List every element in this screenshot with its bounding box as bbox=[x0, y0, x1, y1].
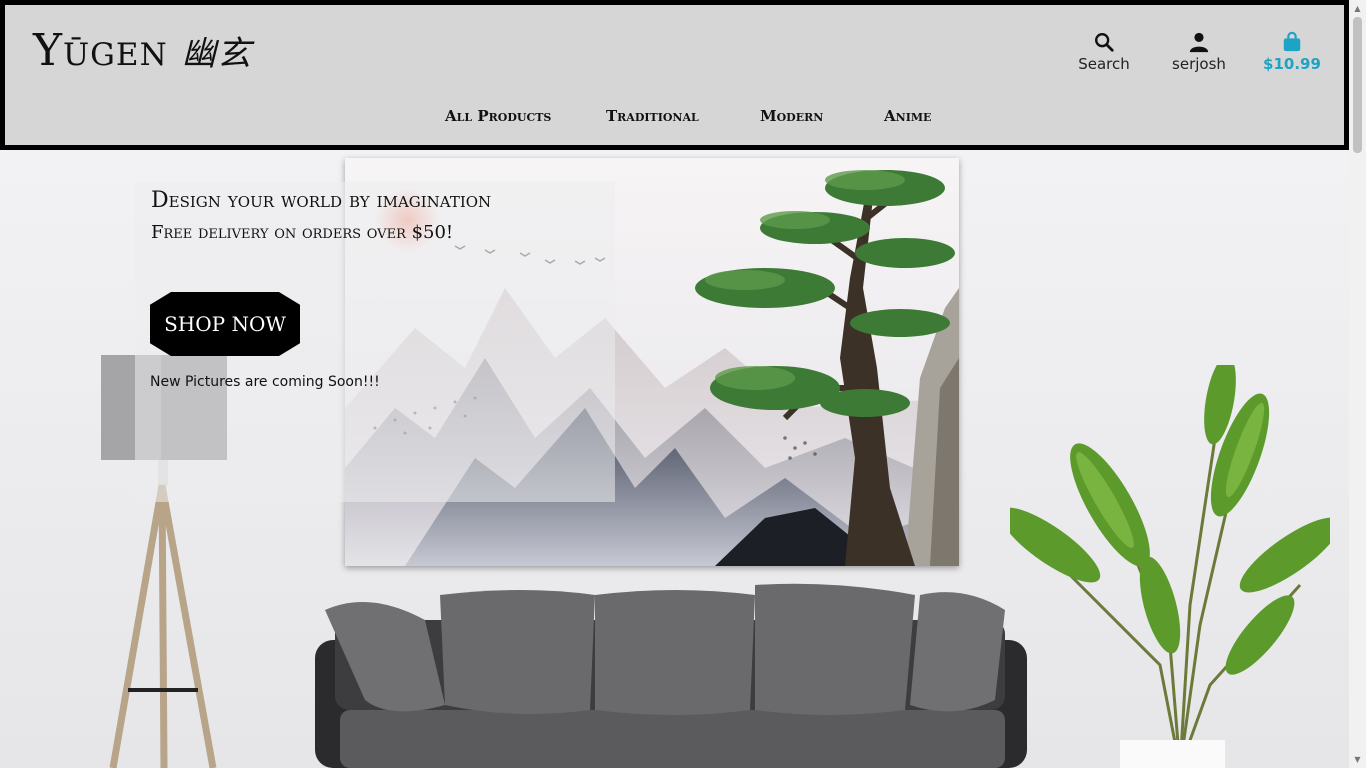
brand-kanji: 幽玄 bbox=[181, 34, 252, 74]
scroll-down-arrow-icon[interactable]: ▼ bbox=[1349, 751, 1366, 768]
search-button[interactable]: Search bbox=[1073, 31, 1135, 73]
hero-banner: Design your world by imagination Free de… bbox=[0, 150, 1349, 768]
search-label: Search bbox=[1078, 55, 1130, 73]
potted-plant bbox=[1010, 365, 1330, 768]
nav-anime[interactable]: Anime bbox=[884, 107, 931, 125]
hero-title: Design your world by imagination bbox=[151, 188, 492, 213]
scroll-up-arrow-icon[interactable]: ▲ bbox=[1349, 0, 1366, 17]
shopping-bag-icon bbox=[1283, 31, 1301, 52]
username-label: serjosh bbox=[1172, 55, 1226, 73]
user-icon bbox=[1189, 32, 1209, 53]
site-header: Yūgen 幽玄 Search serjosh $10.99 All Produc… bbox=[0, 0, 1349, 150]
hero-note: New Pictures are coming Soon!!! bbox=[150, 374, 380, 390]
cart-button[interactable]: $10.99 bbox=[1261, 31, 1323, 73]
hero-promo-panel: Design your world by imagination Free de… bbox=[135, 182, 615, 502]
nav-all-products[interactable]: All Products bbox=[445, 107, 551, 125]
brand-logo[interactable]: Yūgen 幽玄 bbox=[33, 25, 252, 76]
brand-name: Yūgen bbox=[33, 25, 168, 76]
search-icon bbox=[1095, 33, 1114, 52]
sofa bbox=[315, 583, 1027, 768]
scrollbar-thumb[interactable] bbox=[1353, 17, 1362, 153]
nav-modern[interactable]: Modern bbox=[760, 107, 823, 125]
page-scrollbar[interactable]: ▲ ▼ bbox=[1349, 0, 1366, 768]
account-button[interactable]: serjosh bbox=[1167, 31, 1231, 73]
hero-subtitle: Free delivery on orders over $50! bbox=[151, 222, 454, 243]
nav-traditional[interactable]: Traditional bbox=[606, 107, 699, 125]
shop-now-button[interactable]: SHOP NOW bbox=[150, 292, 300, 356]
cart-total: $10.99 bbox=[1263, 55, 1321, 73]
